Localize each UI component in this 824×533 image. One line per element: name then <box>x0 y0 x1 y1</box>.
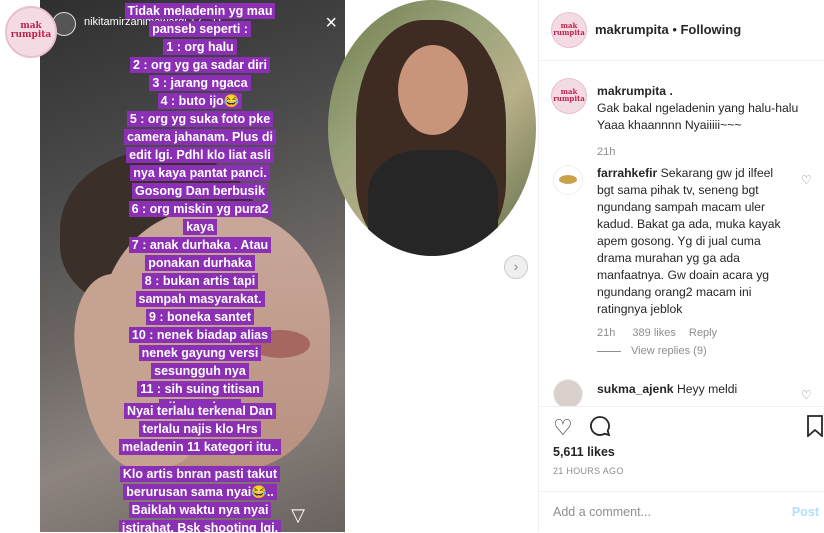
story-text-line: 4 : buto ijo😂 <box>157 93 243 109</box>
story-text-line: nya kaya pantat panci. <box>130 165 270 181</box>
like-heart-icon[interactable]: ♡ <box>553 415 573 441</box>
comment-text-line: bgt sama pihak tv, seneng bgt <box>597 183 759 197</box>
story-text-line: Nyai terlalu terkenal Dan <box>124 403 276 419</box>
comment-text-line: ratingnya jeblok <box>597 302 683 316</box>
comment-text-line: ngundang sampah macam uler <box>597 200 766 214</box>
likes-count[interactable]: 5,611 likes <box>553 445 615 459</box>
story-text-line: 8 : bukan artis tapi <box>141 273 259 289</box>
story-text-line: Tidak meladenin yg mau <box>124 3 276 19</box>
commenter-avatar[interactable] <box>553 379 583 406</box>
comment-sukma-ajenk: sukma_ajenk Heyy meldi <box>597 382 738 396</box>
story-screenshot: nikitamirzanimawardi 17 . 11 × Tidak mel… <box>40 0 345 532</box>
story-text-line: Klo artis bnran pasti takut <box>119 466 281 482</box>
comment-username[interactable]: farrahkefir <box>597 166 657 180</box>
comment-text-line: apem gosong. Yg di jual cuma <box>597 234 761 248</box>
watermark-logo: mak rumpita <box>5 6 57 58</box>
reply-button[interactable]: Reply <box>689 327 717 339</box>
story-text-line: 11 : sih suing titisan <box>137 381 263 397</box>
comment-meta: 21h 389 likes Reply <box>597 327 718 339</box>
action-bar: ♡ <box>539 406 824 443</box>
post-header: mak rumpita makrumpita • Following <box>539 0 824 61</box>
view-replies-button[interactable]: View replies (9) <box>597 345 707 357</box>
lips-icon <box>559 175 577 184</box>
comment-text-line: kadud. Bakat ga ada, muka kayak <box>597 217 781 231</box>
story-text-line: Baiklah waktu nya nyai <box>128 502 272 518</box>
following-button[interactable]: Following <box>680 22 741 37</box>
comment-text-line: Sekarang gw jd ilfeel <box>657 166 774 180</box>
story-text-block-3: Klo artis bnran pasti takut berurusan sam… <box>100 465 300 532</box>
story-text-line: ponakan durhaka <box>145 255 255 271</box>
story-text-line: camera jahanam. Plus di <box>124 129 276 145</box>
inset-portrait-photo <box>328 0 536 256</box>
comment-farrahkefir: farrahkefir Sekarang gw jd ilfeel bgt sam… <box>597 165 807 318</box>
post-timestamp: 21 HOURS AGO <box>553 466 624 476</box>
story-text-line: istirahat. Bsk shooting lgi. <box>118 520 282 532</box>
caption: makrumpita . Gak bakal ngeladenin yang h… <box>597 84 799 132</box>
story-text-line: edit lgi. Pdhl klo liat asli <box>126 147 274 163</box>
send-icon: ▽ <box>291 505 305 525</box>
caption-time: 21h <box>597 146 616 158</box>
story-text-line: panseb seperti : <box>149 21 251 37</box>
story-text-block-2: Nyai terlalu terkenal Dan terlalu najis k… <box>100 402 300 456</box>
commenter-avatar[interactable] <box>553 165 583 195</box>
story-text-line: 5 : org yg suka foto pke <box>126 111 274 127</box>
post-sidebar: mak rumpita makrumpita • Following mak r… <box>538 0 824 532</box>
comment-text-line: manfaatnya. Gw doain acara yg <box>597 268 770 282</box>
header-username[interactable]: makrumpita <box>595 22 669 37</box>
story-text-line: Gosong Dan berbusik <box>132 183 268 199</box>
story-text-block-1: Tidak meladenin yg mau panseb seperti : 1 … <box>100 2 300 416</box>
story-text-overlay: Tidak meladenin yg mau panseb seperti : 1 … <box>40 0 345 532</box>
comment-like-heart-icon[interactable]: ♡ <box>801 388 812 402</box>
bookmark-icon[interactable] <box>807 415 823 443</box>
post-button[interactable]: Post <box>792 505 819 519</box>
comments-list[interactable]: mak rumpita makrumpita . Gak bakal ngela… <box>539 61 824 406</box>
story-text-line: kaya <box>183 219 217 235</box>
story-text-line: 3 : jarang ngaca <box>149 75 251 91</box>
comment-bubble-icon[interactable] <box>589 415 611 443</box>
story-text-line: 1 : org halu <box>163 39 237 55</box>
story-text-line: 2 : org yg ga sadar diri <box>129 57 271 73</box>
comment-text-line: drama murahan yg ga ada <box>597 251 740 265</box>
avatar[interactable]: mak rumpita <box>551 12 587 48</box>
story-text-line: sesungguh nya <box>151 363 249 379</box>
add-comment-bar: Add a comment... Post <box>539 491 824 533</box>
caption-avatar[interactable]: mak rumpita <box>551 78 587 114</box>
comment-like-heart-icon[interactable]: ♡ <box>801 173 812 187</box>
caption-username[interactable]: makrumpita . <box>597 84 673 98</box>
story-text-line: 10 : nenek biadap alias <box>128 327 272 343</box>
story-text-line: nenek gayung versi <box>138 345 262 361</box>
story-text-line: 6 : org miskin yg pura2 <box>128 201 272 217</box>
story-text-line: meladenin 11 kategori itu.. <box>118 439 282 455</box>
comment-text-line: ngundang orang2 macam ini <box>597 285 752 299</box>
header-username-line: makrumpita • Following <box>595 22 742 37</box>
story-text-line: 7 : anak durhaka . Atau <box>128 237 272 253</box>
story-text-line: berurusan sama nyai😂.. <box>123 484 277 500</box>
next-arrow-icon[interactable]: › <box>504 255 528 279</box>
story-text-line: 9 : boneka santet <box>145 309 255 325</box>
add-comment-input[interactable]: Add a comment... <box>553 505 651 519</box>
story-text-line: sampah masyarakat. <box>135 291 265 307</box>
story-text-line: terlalu najis klo Hrs <box>139 421 261 437</box>
post-media: nikitamirzanimawardi 17 . 11 × Tidak mel… <box>0 0 538 532</box>
